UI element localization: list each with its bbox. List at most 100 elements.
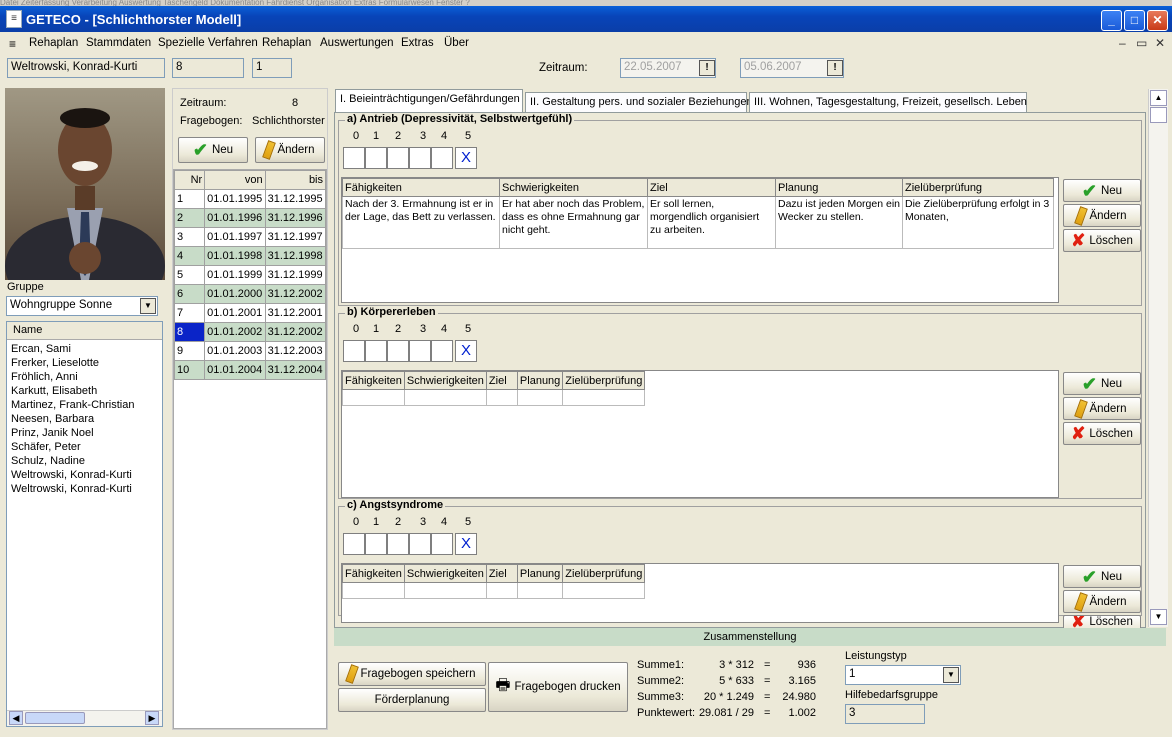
period-nr[interactable]: 3 [173,227,206,247]
rating-box-0[interactable] [343,340,365,362]
period-row[interactable]: 1 01.01.1995 31.12.1995 [173,189,327,209]
name-list-item[interactable]: Neesen, Barbara [7,412,162,426]
col-faehigkeiten[interactable]: Fähigkeiten [342,178,500,197]
period-row[interactable]: 7 01.01.2001 31.12.2001 [173,303,327,323]
col-bis[interactable]: bis [264,170,327,190]
cell-planung[interactable]: Dazu ist jeden Morgen ein Wecker zu stel… [775,196,903,249]
name-list-item[interactable]: Frerker, Lieselotte [7,356,162,370]
period-bis[interactable]: 31.12.2001 [264,303,327,323]
rating-box-2[interactable] [387,147,409,169]
scroll-left-icon[interactable]: ◀ [9,711,23,725]
cell-faehigkeiten[interactable]: Nach der 3. Ermahnung ist er in der Lage… [342,196,500,249]
period-bis[interactable]: 31.12.1995 [264,189,327,209]
cell-planung[interactable] [516,389,564,406]
period-von[interactable]: 01.01.1998 [204,246,266,266]
period-nr[interactable]: 4 [173,246,206,266]
col-nr[interactable]: Nr [173,170,206,190]
section-edit-button[interactable]: Ändern [1063,590,1141,613]
questionnaire-new-button[interactable]: ✔ Neu [178,137,248,163]
cell-ziel[interactable]: Er soll lernen, morgendlich organisiert … [647,196,776,249]
save-questionnaire-button[interactable]: Fragebogen speichern [338,662,486,686]
rating-box-1[interactable] [365,340,387,362]
period-row[interactable]: 5 01.01.1999 31.12.1999 [173,265,327,285]
period-row[interactable]: 3 01.01.1997 31.12.1997 [173,227,327,247]
menu-spezielle-verfahren[interactable]: Spezielle Verfahren [158,37,258,49]
name-list-hscroll[interactable]: ◀ ▶ [7,710,162,726]
period-von[interactable]: 01.01.1995 [204,189,266,209]
period-row[interactable]: 9 01.01.2003 31.12.2003 [173,341,327,361]
rating-box-0[interactable] [343,533,365,555]
maximize-button[interactable]: □ [1124,10,1145,31]
period-nr[interactable]: 1 [173,189,206,209]
name-list-item[interactable]: Schäfer, Peter [7,440,162,454]
scroll-right-icon[interactable]: ▶ [145,711,159,725]
rating-box-5[interactable]: X [455,533,477,555]
period-nr[interactable]: 2 [173,208,206,228]
rating-box-5[interactable]: X [455,147,477,169]
period-nr[interactable]: 10 [173,360,206,380]
col-zielueberpruefung[interactable]: Zielüberprüfung [562,371,646,390]
name-list-item[interactable]: Fröhlich, Anni [7,370,162,384]
period-bis[interactable]: 31.12.2003 [264,341,327,361]
scroll-up-icon[interactable]: ▲ [1150,90,1167,106]
mdi-close-icon[interactable]: ✕ [1155,36,1165,50]
period-von[interactable]: 01.01.1997 [204,227,266,247]
cell-ziel[interactable] [485,582,518,599]
leistungstyp-dropdown-icon[interactable]: ▼ [943,667,959,683]
menu-extras[interactable]: Extras [401,37,434,49]
col-von[interactable]: von [204,170,266,190]
mdi-restore-icon[interactable]: ▭ [1136,36,1147,50]
menu-auswertungen[interactable]: Auswertungen [320,37,394,49]
name-list-item[interactable]: Weltrowski, Konrad-Kurti [7,482,162,496]
period-nr[interactable]: 9 [173,341,206,361]
rating-box-0[interactable] [343,147,365,169]
cell-schwierigkeiten[interactable]: Er hat aber noch das Problem, dass es oh… [499,196,648,249]
rating-box-4[interactable] [431,147,453,169]
period-row[interactable]: 10 01.01.2004 31.12.2004 [173,360,327,380]
section-new-button[interactable]: ✔ Neu [1063,565,1141,588]
period-row[interactable]: 4 01.01.1998 31.12.1998 [173,246,327,266]
name-list-item[interactable]: Karkutt, Elisabeth [7,384,162,398]
rating-box-2[interactable] [387,340,409,362]
col-planung[interactable]: Planung [775,178,903,197]
period-row[interactable]: 6 01.01.2000 31.12.2002 [173,284,327,304]
menu-rehaplan[interactable]: Rehaplan [29,37,78,49]
period-nr[interactable]: 8 [173,322,206,342]
mdi-minimize-icon[interactable]: – [1119,36,1126,50]
scroll-down-icon[interactable]: ▼ [1150,609,1167,625]
document-menu-icon[interactable]: ≡ [9,37,16,51]
rating-box-4[interactable] [431,340,453,362]
cell-ziel[interactable] [485,389,518,406]
period-von[interactable]: 01.01.2003 [204,341,266,361]
tab-beeintraechtigungen[interactable]: I. Beieinträchtigungen/Gefährdungen [335,89,523,113]
number-field-2[interactable]: 1 [252,58,292,78]
menu-rehaplan-2[interactable]: Rehaplan [262,37,311,49]
period-bis[interactable]: 31.12.2002 [264,322,327,342]
cell-faehigkeiten[interactable] [342,582,405,599]
minimize-button[interactable]: _ [1101,10,1122,31]
period-nr[interactable]: 5 [173,265,206,285]
content-vscroll[interactable]: ▲ ▼ [1148,89,1168,627]
cell-faehigkeiten[interactable] [342,389,405,406]
number-field-1[interactable]: 8 [172,58,244,78]
period-von[interactable]: 01.01.2001 [204,303,266,323]
period-von[interactable]: 01.01.2004 [204,360,266,380]
section-new-button[interactable]: ✔ Neu [1063,372,1141,395]
col-faehigkeiten[interactable]: Fähigkeiten [342,371,405,390]
menu-stammdaten[interactable]: Stammdaten [86,37,151,49]
close-button[interactable]: ✕ [1147,10,1168,31]
period-bis[interactable]: 31.12.1998 [264,246,327,266]
period-von[interactable]: 01.01.1999 [204,265,266,285]
group-select[interactable]: Wohngruppe Sonne [6,296,158,316]
date-from-picker-button[interactable]: ! [699,60,715,76]
period-von[interactable]: 01.01.2002 [204,322,266,342]
col-ziel[interactable]: Ziel [485,371,518,390]
questionnaire-edit-button[interactable]: Ändern [255,137,325,163]
period-bis[interactable]: 31.12.1997 [264,227,327,247]
print-questionnaire-button[interactable]: 🖶 Fragebogen drucken [488,662,628,712]
period-von[interactable]: 01.01.1996 [204,208,266,228]
cell-zielueberpruefung[interactable] [562,582,646,599]
cell-zielueberpruefung[interactable] [562,389,646,406]
col-schwierigkeiten[interactable]: Schwierigkeiten [499,178,648,197]
section-delete-button[interactable]: ✘ Löschen [1063,229,1141,252]
